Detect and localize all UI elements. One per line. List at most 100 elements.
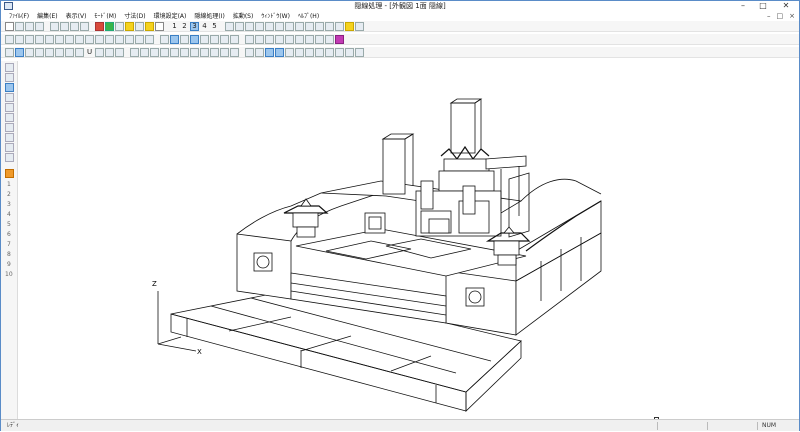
dim8-icon[interactable] xyxy=(315,47,324,57)
grid-icon[interactable] xyxy=(135,21,144,31)
rotate-icon[interactable] xyxy=(235,21,244,31)
s-curve-icon[interactable] xyxy=(200,47,209,57)
top-view-icon[interactable] xyxy=(265,21,274,31)
left-shape-icon[interactable] xyxy=(5,123,14,132)
menu-dimension[interactable]: 寸法(D) xyxy=(120,12,149,21)
dim2-icon[interactable] xyxy=(255,47,264,57)
undo-icon[interactable] xyxy=(80,21,89,31)
left-number-7[interactable]: 7 xyxy=(7,241,11,248)
left-pan-icon[interactable] xyxy=(5,103,14,112)
pan-icon[interactable] xyxy=(285,21,294,31)
dim11-icon[interactable] xyxy=(345,47,354,57)
shade-icon[interactable] xyxy=(200,34,209,44)
redraw-icon[interactable] xyxy=(305,21,314,31)
star-icon[interactable] xyxy=(125,21,134,31)
wave-icon[interactable] xyxy=(160,34,169,44)
diag-icon[interactable] xyxy=(180,47,189,57)
u-tool-button[interactable]: U xyxy=(85,48,94,57)
zigzag-icon[interactable] xyxy=(190,47,199,57)
arc2-icon[interactable] xyxy=(170,47,179,57)
left-number-6[interactable]: 6 xyxy=(7,231,11,238)
view-3-button[interactable]: 3 xyxy=(190,21,199,31)
print-icon[interactable] xyxy=(35,21,44,31)
left-number-5[interactable]: 5 xyxy=(7,221,11,228)
pen-icon[interactable] xyxy=(325,21,334,31)
close-button[interactable]: ✕ xyxy=(777,1,795,12)
view-back-icon[interactable] xyxy=(255,34,264,44)
extend-icon[interactable] xyxy=(95,34,104,44)
trim-icon[interactable] xyxy=(85,34,94,44)
dim10-icon[interactable] xyxy=(335,47,344,57)
spline-icon[interactable] xyxy=(65,47,74,57)
blank-icon[interactable] xyxy=(155,21,164,31)
material-icon[interactable] xyxy=(335,34,344,44)
left-number-4[interactable]: 4 xyxy=(7,211,11,218)
left-zoom-icon[interactable] xyxy=(5,73,14,82)
array-icon[interactable] xyxy=(65,34,74,44)
run-icon[interactable] xyxy=(105,21,114,31)
color-icon[interactable] xyxy=(335,21,344,31)
circle-icon[interactable] xyxy=(220,47,229,57)
wireframe-icon[interactable] xyxy=(170,34,179,44)
curve-icon[interactable] xyxy=(35,47,44,57)
chamfer-icon[interactable] xyxy=(115,34,124,44)
copy-object-icon[interactable] xyxy=(25,34,34,44)
left-select-icon[interactable] xyxy=(5,63,14,72)
dimension-icon[interactable] xyxy=(245,47,254,57)
menu-mode[interactable]: ﾓｰﾄﾞ(M) xyxy=(90,12,120,21)
dim9-icon[interactable] xyxy=(325,47,334,57)
line-tool-icon[interactable] xyxy=(15,47,24,57)
hidden-line-icon[interactable] xyxy=(190,34,199,44)
dim12-icon[interactable] xyxy=(355,47,364,57)
mdi-close-button[interactable]: × xyxy=(789,12,795,21)
view-bottom-icon[interactable] xyxy=(295,34,304,44)
eraser-icon[interactable] xyxy=(45,47,54,57)
view-1-button[interactable]: 1 xyxy=(170,22,179,31)
menu-help[interactable]: ﾍﾙﾌﾟ(H) xyxy=(294,12,323,21)
view-right-icon[interactable] xyxy=(275,34,284,44)
left-measure-icon[interactable] xyxy=(5,143,14,152)
delete-icon[interactable] xyxy=(75,34,84,44)
camera-icon[interactable] xyxy=(355,21,364,31)
front-view-icon[interactable] xyxy=(245,21,254,31)
menu-file[interactable]: ﾌｧｲﾙ(F) xyxy=(5,12,33,21)
light-icon[interactable] xyxy=(345,21,354,31)
tool-icon[interactable] xyxy=(75,47,84,57)
view-ortho-icon[interactable] xyxy=(325,34,334,44)
scale-icon[interactable] xyxy=(55,34,64,44)
fit-icon[interactable] xyxy=(295,21,304,31)
explode-icon[interactable] xyxy=(230,34,239,44)
minimize-button[interactable]: – xyxy=(736,1,750,12)
move-icon[interactable] xyxy=(15,34,24,44)
left-home-icon[interactable] xyxy=(5,169,14,178)
open-file-icon[interactable] xyxy=(15,21,24,31)
save-icon[interactable] xyxy=(25,21,34,31)
maximize-button[interactable]: □ xyxy=(756,1,770,12)
measure-icon[interactable] xyxy=(315,21,324,31)
stop-icon[interactable] xyxy=(95,21,104,31)
left-number-1[interactable]: 1 xyxy=(7,181,11,188)
rectangle-icon[interactable] xyxy=(210,47,219,57)
brush2-icon[interactable] xyxy=(105,47,114,57)
left-number-2[interactable]: 2 xyxy=(7,191,11,198)
dim6-icon[interactable] xyxy=(295,47,304,57)
view-top-icon[interactable] xyxy=(285,34,294,44)
arc3-icon[interactable] xyxy=(230,47,239,57)
check-icon[interactable] xyxy=(5,47,14,57)
dim3-icon[interactable] xyxy=(265,47,274,57)
render-icon[interactable] xyxy=(210,34,219,44)
copy-icon[interactable] xyxy=(60,21,69,31)
cut-icon[interactable] xyxy=(50,21,59,31)
paste-icon[interactable] xyxy=(70,21,79,31)
left-eraser-icon[interactable] xyxy=(5,133,14,142)
menu-environment[interactable]: 環境設定(A) xyxy=(150,12,191,21)
fillet-icon[interactable] xyxy=(105,34,114,44)
section-icon[interactable] xyxy=(220,34,229,44)
left-number-3[interactable]: 3 xyxy=(7,201,11,208)
view-persp-icon[interactable] xyxy=(315,34,324,44)
view-front-icon[interactable] xyxy=(245,34,254,44)
pattern-icon[interactable] xyxy=(115,47,124,57)
select-icon[interactable] xyxy=(5,34,14,44)
left-pen-icon[interactable] xyxy=(5,113,14,122)
menu-view[interactable]: 表示(V) xyxy=(62,12,91,21)
